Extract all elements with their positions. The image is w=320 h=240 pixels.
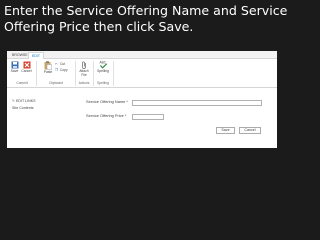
cut-ribbon-button[interactable]: ✂ Cut — [55, 62, 71, 66]
attach-file-ribbon-label: Attach File — [79, 69, 89, 77]
attach-file-ribbon-button[interactable]: Attach File — [78, 61, 90, 77]
service-offering-name-label: Service Offering Name * — [86, 99, 128, 104]
paste-ribbon-button[interactable]: Paste — [43, 61, 53, 74]
group-label-clipboard: Clipboard — [48, 81, 64, 85]
cancel-ribbon-button[interactable]: Cancel — [20, 61, 33, 73]
save-icon — [11, 61, 18, 69]
group-label-spelling: Spelling — [97, 81, 109, 85]
ribbon-separator — [113, 61, 114, 86]
spelling-ribbon-button[interactable]: ABC Spelling — [96, 60, 110, 74]
cancel-icon — [23, 61, 30, 69]
save-ribbon-button[interactable]: Save — [10, 61, 19, 73]
spelling-ribbon-label: Spelling — [97, 69, 109, 73]
ribbon: Save Cancel Commit Paste ✂ Cut ❐ Copy Cl… — [7, 59, 277, 88]
sharepoint-window: BROWSE EDIT Save Cancel Commit Paste ✂ C… — [7, 51, 277, 148]
pencil-icon: ✎ — [12, 99, 16, 103]
cut-ribbon-label: Cut — [60, 62, 66, 66]
paste-ribbon-label: Paste — [43, 70, 53, 74]
cancel-ribbon-label: Cancel — [21, 69, 32, 73]
service-offering-price-input[interactable] — [132, 114, 164, 120]
group-label-actions: Actions — [78, 81, 90, 85]
edit-links-label: EDIT LINKS — [16, 99, 36, 103]
ribbon-tab-bar: BROWSE EDIT — [7, 51, 277, 59]
paste-icon — [44, 61, 52, 70]
edit-links[interactable]: ✎ EDIT LINKS — [12, 98, 36, 105]
tab-edit[interactable]: EDIT — [28, 52, 44, 59]
save-ribbon-label: Save — [10, 69, 19, 73]
instruction-text: Enter the Service Offering Name and Serv… — [4, 3, 288, 34]
left-navigation: ✎ EDIT LINKS Site Contents — [12, 98, 36, 112]
cancel-button[interactable]: Cancel — [239, 127, 261, 134]
ribbon-separator — [36, 61, 37, 86]
paperclip-icon — [82, 61, 86, 69]
service-offering-name-input[interactable] — [132, 100, 262, 106]
save-button[interactable]: Save — [216, 127, 235, 134]
nav-site-contents[interactable]: Site Contents — [12, 105, 36, 112]
service-offering-price-label: Service Offering Price * — [86, 113, 127, 118]
group-label-commit: Commit — [16, 81, 28, 85]
svg-text:ABC: ABC — [99, 61, 106, 65]
spell-check-icon: ABC — [99, 61, 107, 69]
copy-ribbon-label: Copy — [60, 68, 68, 72]
copy-ribbon-button[interactable]: ❐ Copy — [55, 68, 71, 72]
